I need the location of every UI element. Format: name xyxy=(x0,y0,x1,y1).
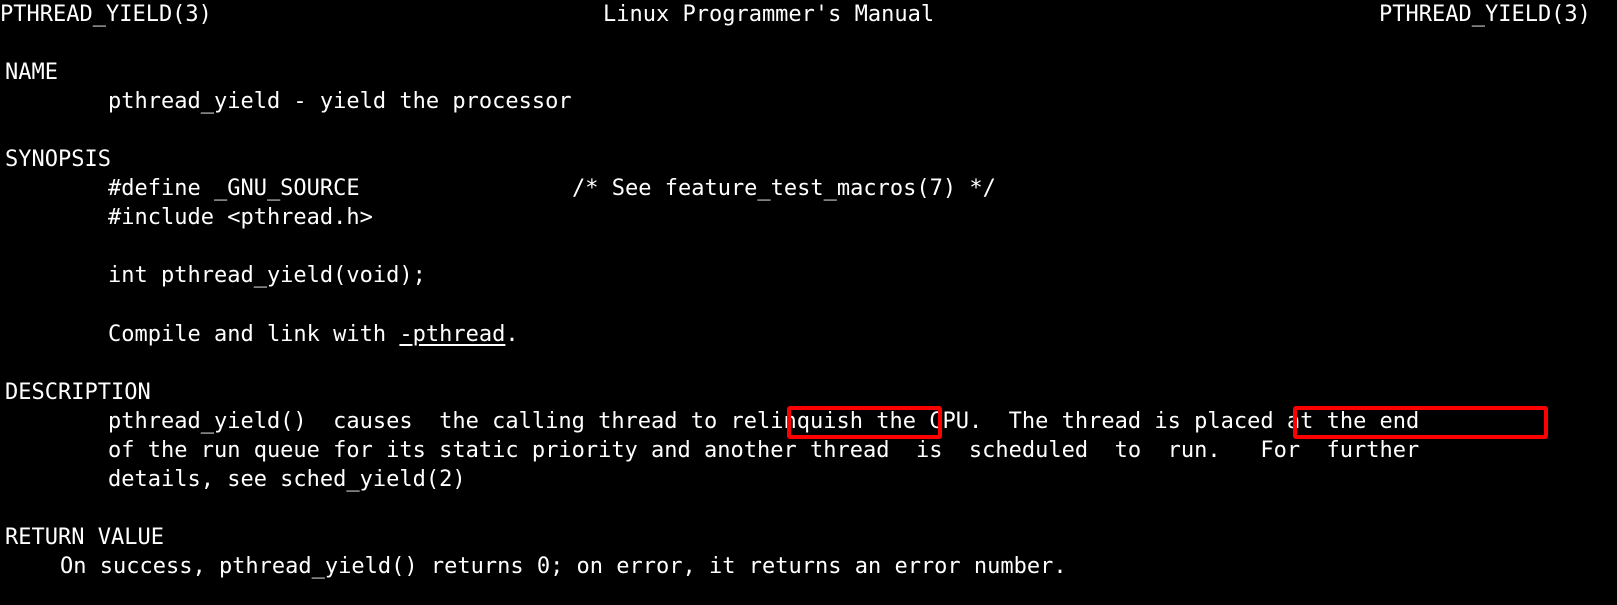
compile-prefix-text: Compile and link with xyxy=(108,322,400,347)
compile-flag-pthread: -pthread xyxy=(399,322,506,347)
section-heading-synopsis: SYNOPSIS xyxy=(5,147,111,172)
synopsis-prototype: int pthread_yield(void); xyxy=(108,263,426,288)
description-line1-before: pthread_yield() causes the calling threa… xyxy=(108,409,731,434)
terminal-man-page: PTHREAD_YIELD(3) Linux Programmer's Manu… xyxy=(0,0,1617,605)
synopsis-compile-line: Compile and link with -pthread. xyxy=(108,320,1617,349)
annotation-box-relinquish[interactable] xyxy=(787,406,942,439)
return-value-body: On success, pthread_yield() returns 0; o… xyxy=(60,554,1067,579)
synopsis-define-comment: /* See feature_test_macros(7) */ xyxy=(572,176,996,201)
header-right: PTHREAD_YIELD(3) xyxy=(1379,2,1591,27)
header-center: Linux Programmer's Manual xyxy=(603,2,935,27)
synopsis-include-line: #include <pthread.h> xyxy=(108,205,373,230)
header-left: PTHREAD_YIELD(3) xyxy=(0,2,212,27)
description-line-2: of the run queue for its static priority… xyxy=(108,438,1420,463)
section-heading-return-value: RETURN VALUE xyxy=(5,525,164,550)
section-heading-description: DESCRIPTION xyxy=(5,380,151,405)
description-line-3: details, see sched_yield(2) xyxy=(108,467,466,492)
section-heading-name: NAME xyxy=(5,60,58,85)
annotation-box-placed-at-the-end[interactable] xyxy=(1293,406,1548,439)
name-body: pthread_yield - yield the processor xyxy=(108,89,572,114)
compile-suffix-text: . xyxy=(505,322,519,347)
